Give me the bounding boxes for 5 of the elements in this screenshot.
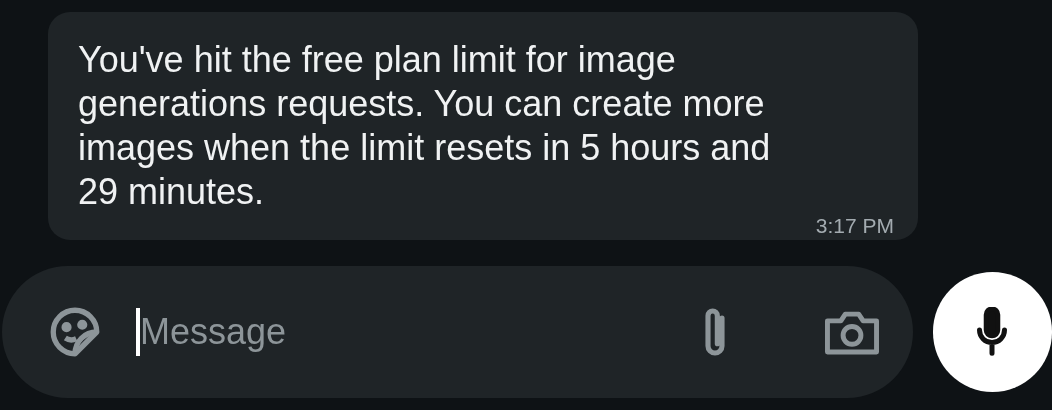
- message-field[interactable]: Message: [140, 305, 620, 359]
- message-text: You've hit the free plan limit for image generations requests. You can create more images when the limit resets in 5 hours and 29 minutes.: [78, 38, 772, 214]
- message-time: 3:17 PM: [815, 213, 894, 239]
- text-cursor: [136, 308, 140, 356]
- microphone-icon: [976, 307, 1009, 357]
